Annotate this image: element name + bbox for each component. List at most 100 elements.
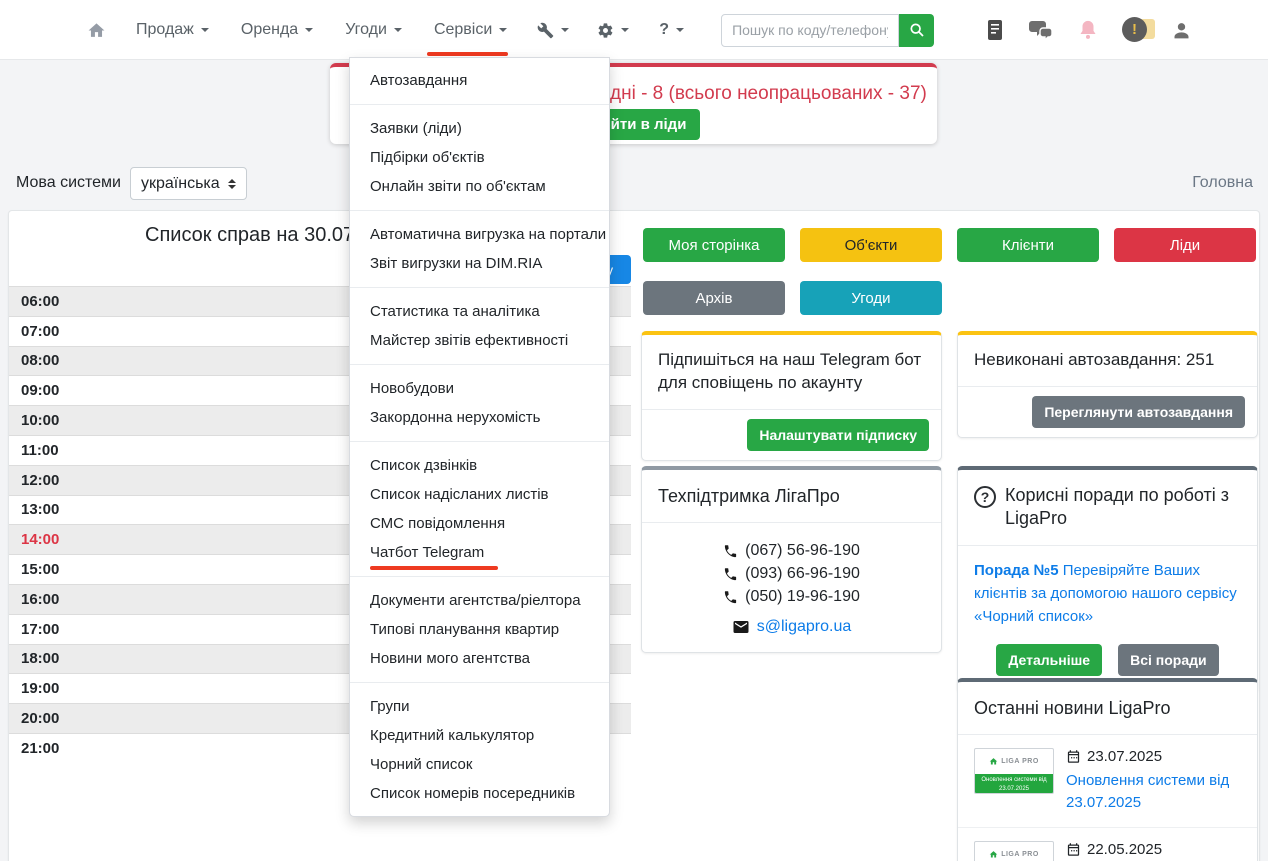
nav-tools-menu[interactable] <box>530 14 576 47</box>
phone-icon <box>723 590 738 605</box>
calendar-icon <box>1066 842 1081 857</box>
archive-button[interactable]: Архів <box>643 281 785 315</box>
search-input[interactable] <box>721 14 899 47</box>
menu-item-agency-news[interactable]: Новини мого агентства <box>350 644 609 673</box>
menu-item-groups[interactable]: Групи <box>350 692 609 721</box>
messages-button[interactable] <box>1028 19 1054 41</box>
telegram-panel: Підпишіться на наш Telegram бот для спов… <box>641 331 942 461</box>
news-thumbnail: LIGA PRO Оновлення системи від 22.05.202… <box>974 841 1054 861</box>
menu-item-new-buildings[interactable]: Новобудови <box>350 374 609 403</box>
gear-icon <box>597 22 614 39</box>
menu-item-typical-layouts[interactable]: Типові планування квартир <box>350 615 609 644</box>
account-alerts-button[interactable]: ! <box>1122 17 1148 43</box>
tip-label: Порада №5 <box>974 562 1059 579</box>
nav-menu-sales[interactable]: Продаж <box>127 13 218 47</box>
menu-divider <box>350 682 609 683</box>
hour-label: 20:00 <box>9 710 59 727</box>
bell-icon <box>1077 18 1099 42</box>
calendar-icon <box>1066 749 1081 764</box>
hour-label: 18:00 <box>9 650 59 667</box>
chevron-down-icon <box>305 28 313 32</box>
nav-menu-rent[interactable]: Оренда <box>232 13 322 47</box>
hour-label: 17:00 <box>9 621 59 638</box>
liga-pro-logo-icon <box>989 757 998 766</box>
tip-details-button[interactable]: Детальніше <box>996 644 1102 676</box>
user-icon <box>1171 20 1192 41</box>
chevron-down-icon <box>621 28 629 32</box>
notifications-button[interactable] <box>1077 18 1099 42</box>
support-email-link[interactable]: s@ligapro.ua <box>757 618 852 636</box>
telegram-subscribe-button[interactable]: Налаштувати підписку <box>747 419 929 451</box>
breadcrumb: Головна <box>1192 174 1253 192</box>
menu-item-foreign-realty[interactable]: Закордонна нерухомість <box>350 403 609 432</box>
support-phone-number: (050) 19-96-190 <box>745 588 860 606</box>
select-arrows-icon <box>228 179 236 189</box>
chevron-down-icon <box>676 28 684 32</box>
chevron-down-icon <box>394 28 402 32</box>
all-tips-button[interactable]: Всі поради <box>1118 644 1219 676</box>
menu-divider <box>350 210 609 211</box>
search-form <box>721 14 934 47</box>
menu-item-statistics[interactable]: Статистика та аналітика <box>350 297 609 326</box>
news-item[interactable]: LIGA PRO Оновлення системи від 23.07.202… <box>958 735 1257 828</box>
liga-pro-logo-icon <box>989 850 998 859</box>
autotasks-panel: Невиконані автозавдання: 251 Переглянути… <box>957 331 1258 438</box>
menu-item-agency-documents[interactable]: Документи агентства/ріелтора <box>350 586 609 615</box>
hour-label: 11:00 <box>9 442 59 459</box>
support-phone-number: (067) 56-96-190 <box>745 542 860 560</box>
menu-item-autotasks[interactable]: Автозавдання <box>350 66 609 95</box>
news-link[interactable]: Оновлення системи від 23.07.2025 <box>1066 770 1241 814</box>
menu-item-efficiency-wizard[interactable]: Майстер звітів ефективності <box>350 326 609 355</box>
hour-label: 16:00 <box>9 591 59 608</box>
telegram-panel-text: Підпишіться на наш Telegram бот для спов… <box>642 335 941 410</box>
menu-item-online-reports[interactable]: Онлайн звіти по об'єктам <box>350 172 609 201</box>
nav-menu-services[interactable]: Сервіси <box>425 13 516 47</box>
menu-item-intermediary-numbers[interactable]: Список номерів посередників <box>350 779 609 808</box>
home-button[interactable] <box>80 13 113 48</box>
nav-menu-deals[interactable]: Угоди <box>336 13 411 47</box>
hour-label: 15:00 <box>9 561 59 578</box>
chevron-down-icon <box>561 28 569 32</box>
nav-help-menu[interactable]: ? <box>650 13 693 47</box>
language-label: Мова системи <box>16 174 121 192</box>
nav-settings-menu[interactable] <box>590 14 636 47</box>
menu-divider <box>350 364 609 365</box>
menu-item-call-list[interactable]: Список дзвінків <box>350 451 609 480</box>
menu-item-leads[interactable]: Заявки (ліди) <box>350 114 609 143</box>
support-phone-number: (093) 66-96-190 <box>745 565 860 583</box>
tips-panel-title: Корисні поради по роботі з LigaPro <box>1005 484 1241 531</box>
news-panel: Останні новини LigaPro LIGA PRO Оновленн… <box>957 678 1258 861</box>
tips-panel: ? Корисні поради по роботі з LigaPro Пор… <box>957 466 1258 693</box>
support-panel-title: Техпідтримка ЛігаПро <box>642 470 941 523</box>
leads-button[interactable]: Ліди <box>1114 228 1256 262</box>
menu-item-credit-calculator[interactable]: Кредитний калькулятор <box>350 721 609 750</box>
language-select[interactable]: українська <box>130 167 247 200</box>
objects-button[interactable]: Об'єкти <box>800 228 942 262</box>
my-page-button[interactable]: Моя сторінка <box>643 228 785 262</box>
news-item[interactable]: LIGA PRO Оновлення системи від 22.05.202… <box>958 828 1257 861</box>
liga-pro-logo-text: LIGA PRO <box>1001 758 1039 765</box>
menu-item-telegram-chatbot[interactable]: Чатбот Telegram <box>350 538 609 567</box>
hour-label: 09:00 <box>9 382 59 399</box>
menu-item-blacklist[interactable]: Чорний список <box>350 750 609 779</box>
profile-button[interactable] <box>1171 20 1192 41</box>
app-screen: дні - 8 (всього неопрацьованих - 37) Пер… <box>0 0 1268 861</box>
search-button[interactable] <box>899 14 934 47</box>
services-dropdown-menu: Автозавдання Заявки (ліди) Підбірки об'є… <box>349 57 610 817</box>
menu-item-sms[interactable]: СМС повідомлення <box>350 509 609 538</box>
question-circle-icon: ? <box>974 486 996 508</box>
view-autotasks-button[interactable]: Переглянути автозавдання <box>1032 396 1245 428</box>
tip-text: Порада №5 Перевіряйте Ваших клієнтів за … <box>974 559 1241 629</box>
menu-item-sent-letters[interactable]: Список надісланих листів <box>350 480 609 509</box>
menu-item-dimria-report[interactable]: Звіт вигрузки на DIM.RIA <box>350 249 609 278</box>
news-thumb-caption: Оновлення системи від 23.07.2025 <box>975 774 1053 793</box>
menu-divider <box>350 104 609 105</box>
support-phone: (067) 56-96-190 <box>658 542 925 560</box>
clients-button[interactable]: Клієнти <box>957 228 1099 262</box>
hour-label: 14:00 <box>9 531 59 548</box>
deals-button[interactable]: Угоди <box>800 281 942 315</box>
hour-label: 21:00 <box>9 740 59 757</box>
menu-item-selections[interactable]: Підбірки об'єктів <box>350 143 609 172</box>
journal-button[interactable] <box>985 19 1005 41</box>
menu-item-auto-export[interactable]: Автоматична вигрузка на портали <box>350 220 609 249</box>
